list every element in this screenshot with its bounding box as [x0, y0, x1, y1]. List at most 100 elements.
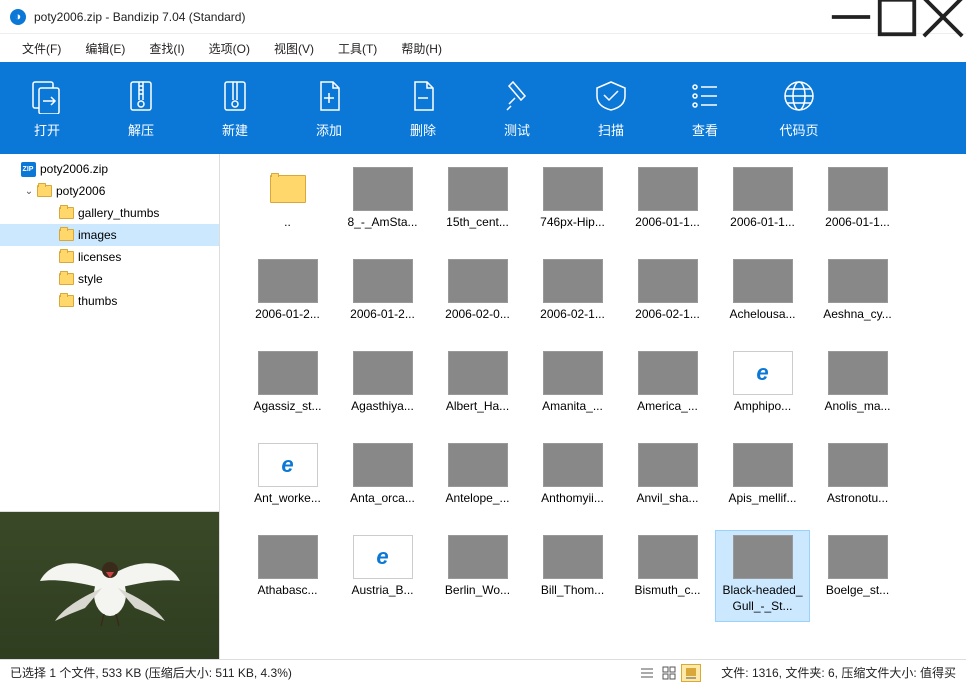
menu-file[interactable]: 文件(F)	[10, 36, 73, 61]
menu-find[interactable]: 查找(I)	[137, 36, 196, 61]
view-details-button[interactable]	[637, 664, 657, 682]
tool-add[interactable]: 添加	[282, 62, 376, 154]
image-thumbnail	[638, 351, 698, 395]
file-item[interactable]: eAustria_B...	[335, 530, 430, 622]
file-item[interactable]: eAnt_worke...	[240, 438, 335, 530]
tree-child-label: licenses	[78, 250, 121, 264]
file-name: Austria_B...	[339, 583, 427, 599]
file-item[interactable]: Anthomyii...	[525, 438, 620, 530]
folder-icon	[59, 295, 74, 307]
tree-folder-label: poty2006	[56, 184, 105, 198]
image-thumbnail	[733, 259, 793, 303]
image-thumbnail	[733, 167, 793, 211]
file-item[interactable]: Antelope_...	[430, 438, 525, 530]
file-item[interactable]: America_...	[620, 346, 715, 438]
tool-delete[interactable]: 删除	[376, 62, 470, 154]
menubar: 文件(F) 编辑(E) 查找(I) 选项(O) 视图(V) 工具(T) 帮助(H…	[0, 34, 966, 62]
file-item[interactable]: 2006-01-2...	[335, 254, 430, 346]
tool-test[interactable]: 测试	[470, 62, 564, 154]
tree-folder-images[interactable]: images	[0, 224, 219, 246]
file-name: 8_-_AmSta...	[339, 215, 427, 231]
file-item[interactable]: 2006-01-1...	[620, 162, 715, 254]
file-name: 2006-02-1...	[529, 307, 617, 323]
file-item[interactable]: ..	[240, 162, 335, 254]
image-thumbnail	[638, 443, 698, 487]
image-thumbnail	[353, 443, 413, 487]
image-thumbnail	[733, 535, 793, 579]
file-name: Ant_worke...	[244, 491, 332, 507]
menu-options[interactable]: 选项(O)	[197, 36, 262, 61]
file-item[interactable]: Berlin_Wo...	[430, 530, 525, 622]
file-item[interactable]: Astronotu...	[810, 438, 905, 530]
file-item[interactable]: Apis_mellif...	[715, 438, 810, 530]
menu-help[interactable]: 帮助(H)	[389, 36, 454, 61]
folder-tree[interactable]: ZIP poty2006.zip ⌄ poty2006 gallery_thum…	[0, 154, 219, 511]
file-item[interactable]: 2006-01-2...	[240, 254, 335, 346]
image-thumbnail	[638, 535, 698, 579]
tool-new-label: 新建	[222, 120, 248, 139]
file-item[interactable]: Athabasc...	[240, 530, 335, 622]
file-name: 2006-01-2...	[339, 307, 427, 323]
image-thumbnail	[828, 535, 888, 579]
image-thumbnail	[448, 535, 508, 579]
file-item[interactable]: Anta_orca...	[335, 438, 430, 530]
tree-folder-poty2006[interactable]: ⌄ poty2006	[0, 180, 219, 202]
chevron-down-icon[interactable]: ⌄	[22, 186, 36, 197]
file-item[interactable]: 2006-02-1...	[525, 254, 620, 346]
file-item[interactable]: 746px-Hip...	[525, 162, 620, 254]
file-item[interactable]: Anvil_sha...	[620, 438, 715, 530]
tree-folder-style[interactable]: style	[0, 268, 219, 290]
statusbar: 已选择 1 个文件, 533 KB (压缩后大小: 511 KB, 4.3%) …	[0, 659, 966, 685]
scan-icon	[593, 78, 629, 114]
image-thumbnail	[543, 259, 603, 303]
image-thumbnail	[258, 259, 318, 303]
file-item[interactable]: 2006-02-0...	[430, 254, 525, 346]
view-list-button[interactable]	[659, 664, 679, 682]
open-icon	[29, 78, 65, 114]
tool-extract[interactable]: 解压	[94, 62, 188, 154]
file-item[interactable]: Boelge_st...	[810, 530, 905, 622]
menu-tools[interactable]: 工具(T)	[326, 36, 389, 61]
maximize-button[interactable]	[874, 0, 920, 34]
file-item[interactable]: Agasthiya...	[335, 346, 430, 438]
file-item[interactable]: 2006-01-1...	[810, 162, 905, 254]
file-item[interactable]: Albert_Ha...	[430, 346, 525, 438]
image-thumbnail	[828, 443, 888, 487]
file-item[interactable]: Aeshna_cy...	[810, 254, 905, 346]
image-thumbnail	[258, 535, 318, 579]
view-icons-button[interactable]	[681, 664, 701, 682]
tool-open[interactable]: 打开	[0, 62, 94, 154]
tree-folder-licenses[interactable]: licenses	[0, 246, 219, 268]
file-item[interactable]: eAmphipo...	[715, 346, 810, 438]
titlebar: ◑ poty2006.zip - Bandizip 7.04 (Standard…	[0, 0, 966, 34]
file-item[interactable]: 2006-01-1...	[715, 162, 810, 254]
tool-scan[interactable]: 扫描	[564, 62, 658, 154]
file-item[interactable]: 15th_cent...	[430, 162, 525, 254]
minimize-button[interactable]	[828, 0, 874, 34]
file-item[interactable]: Bismuth_c...	[620, 530, 715, 622]
menu-edit[interactable]: 编辑(E)	[73, 36, 137, 61]
tree-root[interactable]: ZIP poty2006.zip	[0, 158, 219, 180]
file-item[interactable]: Anolis_ma...	[810, 346, 905, 438]
extract-icon	[123, 78, 159, 114]
file-name: Black-headed_Gull_-_St...	[719, 583, 807, 614]
tool-new[interactable]: 新建	[188, 62, 282, 154]
file-name: Agassiz_st...	[244, 399, 332, 415]
menu-view[interactable]: 视图(V)	[262, 36, 326, 61]
folder-icon	[59, 273, 74, 285]
tool-codepage[interactable]: 代码页	[752, 62, 846, 154]
file-scroll[interactable]: ..8_-_AmSta...15th_cent...746px-Hip...20…	[220, 154, 966, 659]
file-item[interactable]: Bill_Thom...	[525, 530, 620, 622]
file-item[interactable]: Achelousa...	[715, 254, 810, 346]
file-item[interactable]: Amanita_...	[525, 346, 620, 438]
tree-folder-gallery_thumbs[interactable]: gallery_thumbs	[0, 202, 219, 224]
close-button[interactable]	[920, 0, 966, 34]
file-item[interactable]: Black-headed_Gull_-_St...	[715, 530, 810, 622]
tree-folder-thumbs[interactable]: thumbs	[0, 290, 219, 312]
file-item[interactable]: 8_-_AmSta...	[335, 162, 430, 254]
tool-view[interactable]: 查看	[658, 62, 752, 154]
file-name: Amphipo...	[719, 399, 807, 415]
file-item[interactable]: 2006-02-1...	[620, 254, 715, 346]
tool-open-label: 打开	[34, 120, 60, 139]
file-item[interactable]: Agassiz_st...	[240, 346, 335, 438]
